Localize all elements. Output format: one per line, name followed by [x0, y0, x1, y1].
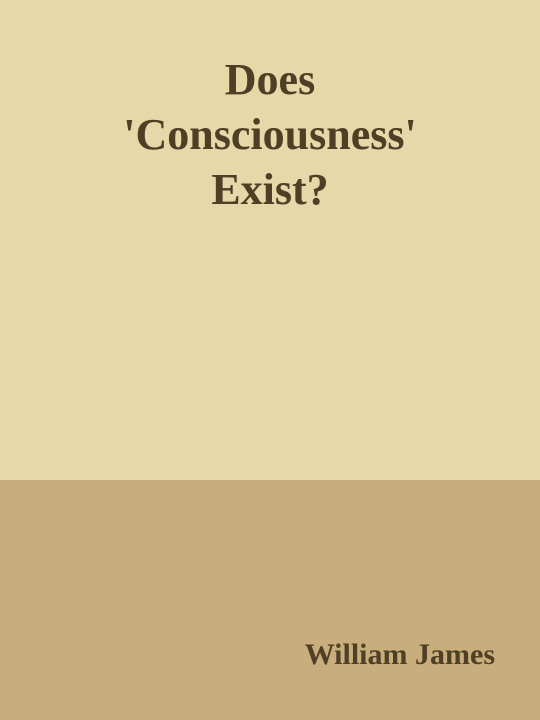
title-line-2: 'Consciousness' — [123, 110, 417, 159]
author-name: William James — [304, 638, 495, 671]
title-line-3: Exist? — [211, 165, 329, 214]
bottom-band: William James — [0, 480, 540, 720]
title-line-1: Does — [224, 55, 316, 104]
book-cover: Does 'Consciousness' Exist? William Jame… — [0, 0, 540, 720]
book-title: Does 'Consciousness' Exist? — [0, 52, 540, 217]
